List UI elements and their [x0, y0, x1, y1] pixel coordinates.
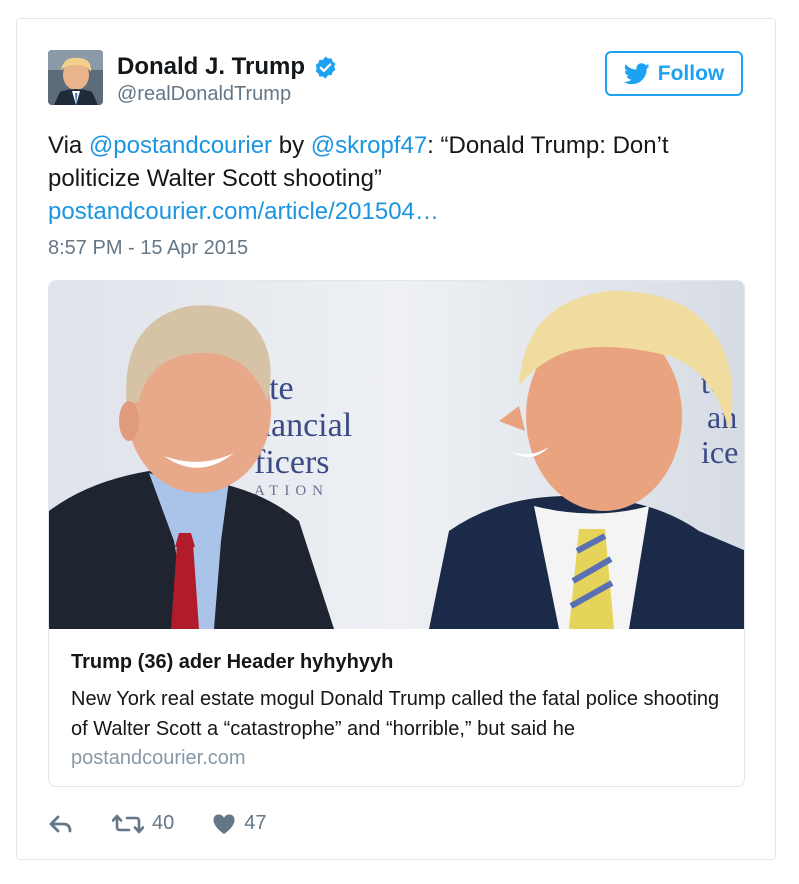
card-photo: ate nancial ficers ATION te an ice — [49, 281, 744, 629]
retweet-count: 40 — [152, 812, 175, 834]
avatar[interactable] — [48, 50, 103, 105]
avatar-image — [48, 50, 103, 105]
backdrop-text-right-3: ice — [701, 434, 738, 470]
card-title[interactable]: Trump (36) ader Header hyhyhyyh — [71, 651, 393, 674]
card-description: New York real estate mogul Donald Trump … — [71, 688, 720, 740]
twitter-bird-icon — [623, 62, 650, 85]
reply-button[interactable] — [48, 813, 74, 835]
verified-badge-icon — [313, 55, 338, 80]
tweet-timestamp[interactable]: 8:57 PM - 15 Apr 2015 — [48, 237, 248, 260]
tweet-actions: 40 47 — [48, 812, 305, 835]
like-count: 47 — [244, 812, 267, 834]
tweet-text-by: by — [272, 132, 311, 159]
retweet-button[interactable]: 40 — [112, 812, 174, 835]
backdrop-text-line-4: ATION — [254, 483, 329, 499]
follow-button[interactable]: Follow — [605, 51, 743, 96]
reply-icon — [48, 813, 74, 835]
mention-skropf47[interactable]: @skropf47 — [311, 132, 427, 159]
backdrop-text-line-3: ficers — [254, 444, 330, 481]
tweet-text: Via @postandcourier by @skropf47: “Donal… — [48, 129, 738, 228]
article-url-link[interactable]: postandcourier.com/article/201504… — [48, 198, 439, 225]
author-name[interactable]: Donald J. Trump — [117, 53, 305, 81]
link-preview-card[interactable]: ate nancial ficers ATION te an ice — [48, 280, 745, 787]
like-button[interactable]: 47 — [212, 812, 267, 835]
follow-button-label: Follow — [657, 61, 725, 85]
author-name-row: Donald J. Trump — [117, 53, 338, 81]
mention-postandcourier[interactable]: @postandcourier — [89, 132, 272, 159]
author-handle[interactable]: @realDonaldTrump — [117, 83, 291, 106]
card-domain: postandcourier.com — [71, 747, 246, 769]
tweet-card: Donald J. Trump @realDonaldTrump Follow … — [16, 18, 776, 860]
heart-icon — [212, 813, 236, 835]
tweet-text-prefix: Via — [48, 132, 89, 159]
retweet-icon — [112, 813, 144, 835]
